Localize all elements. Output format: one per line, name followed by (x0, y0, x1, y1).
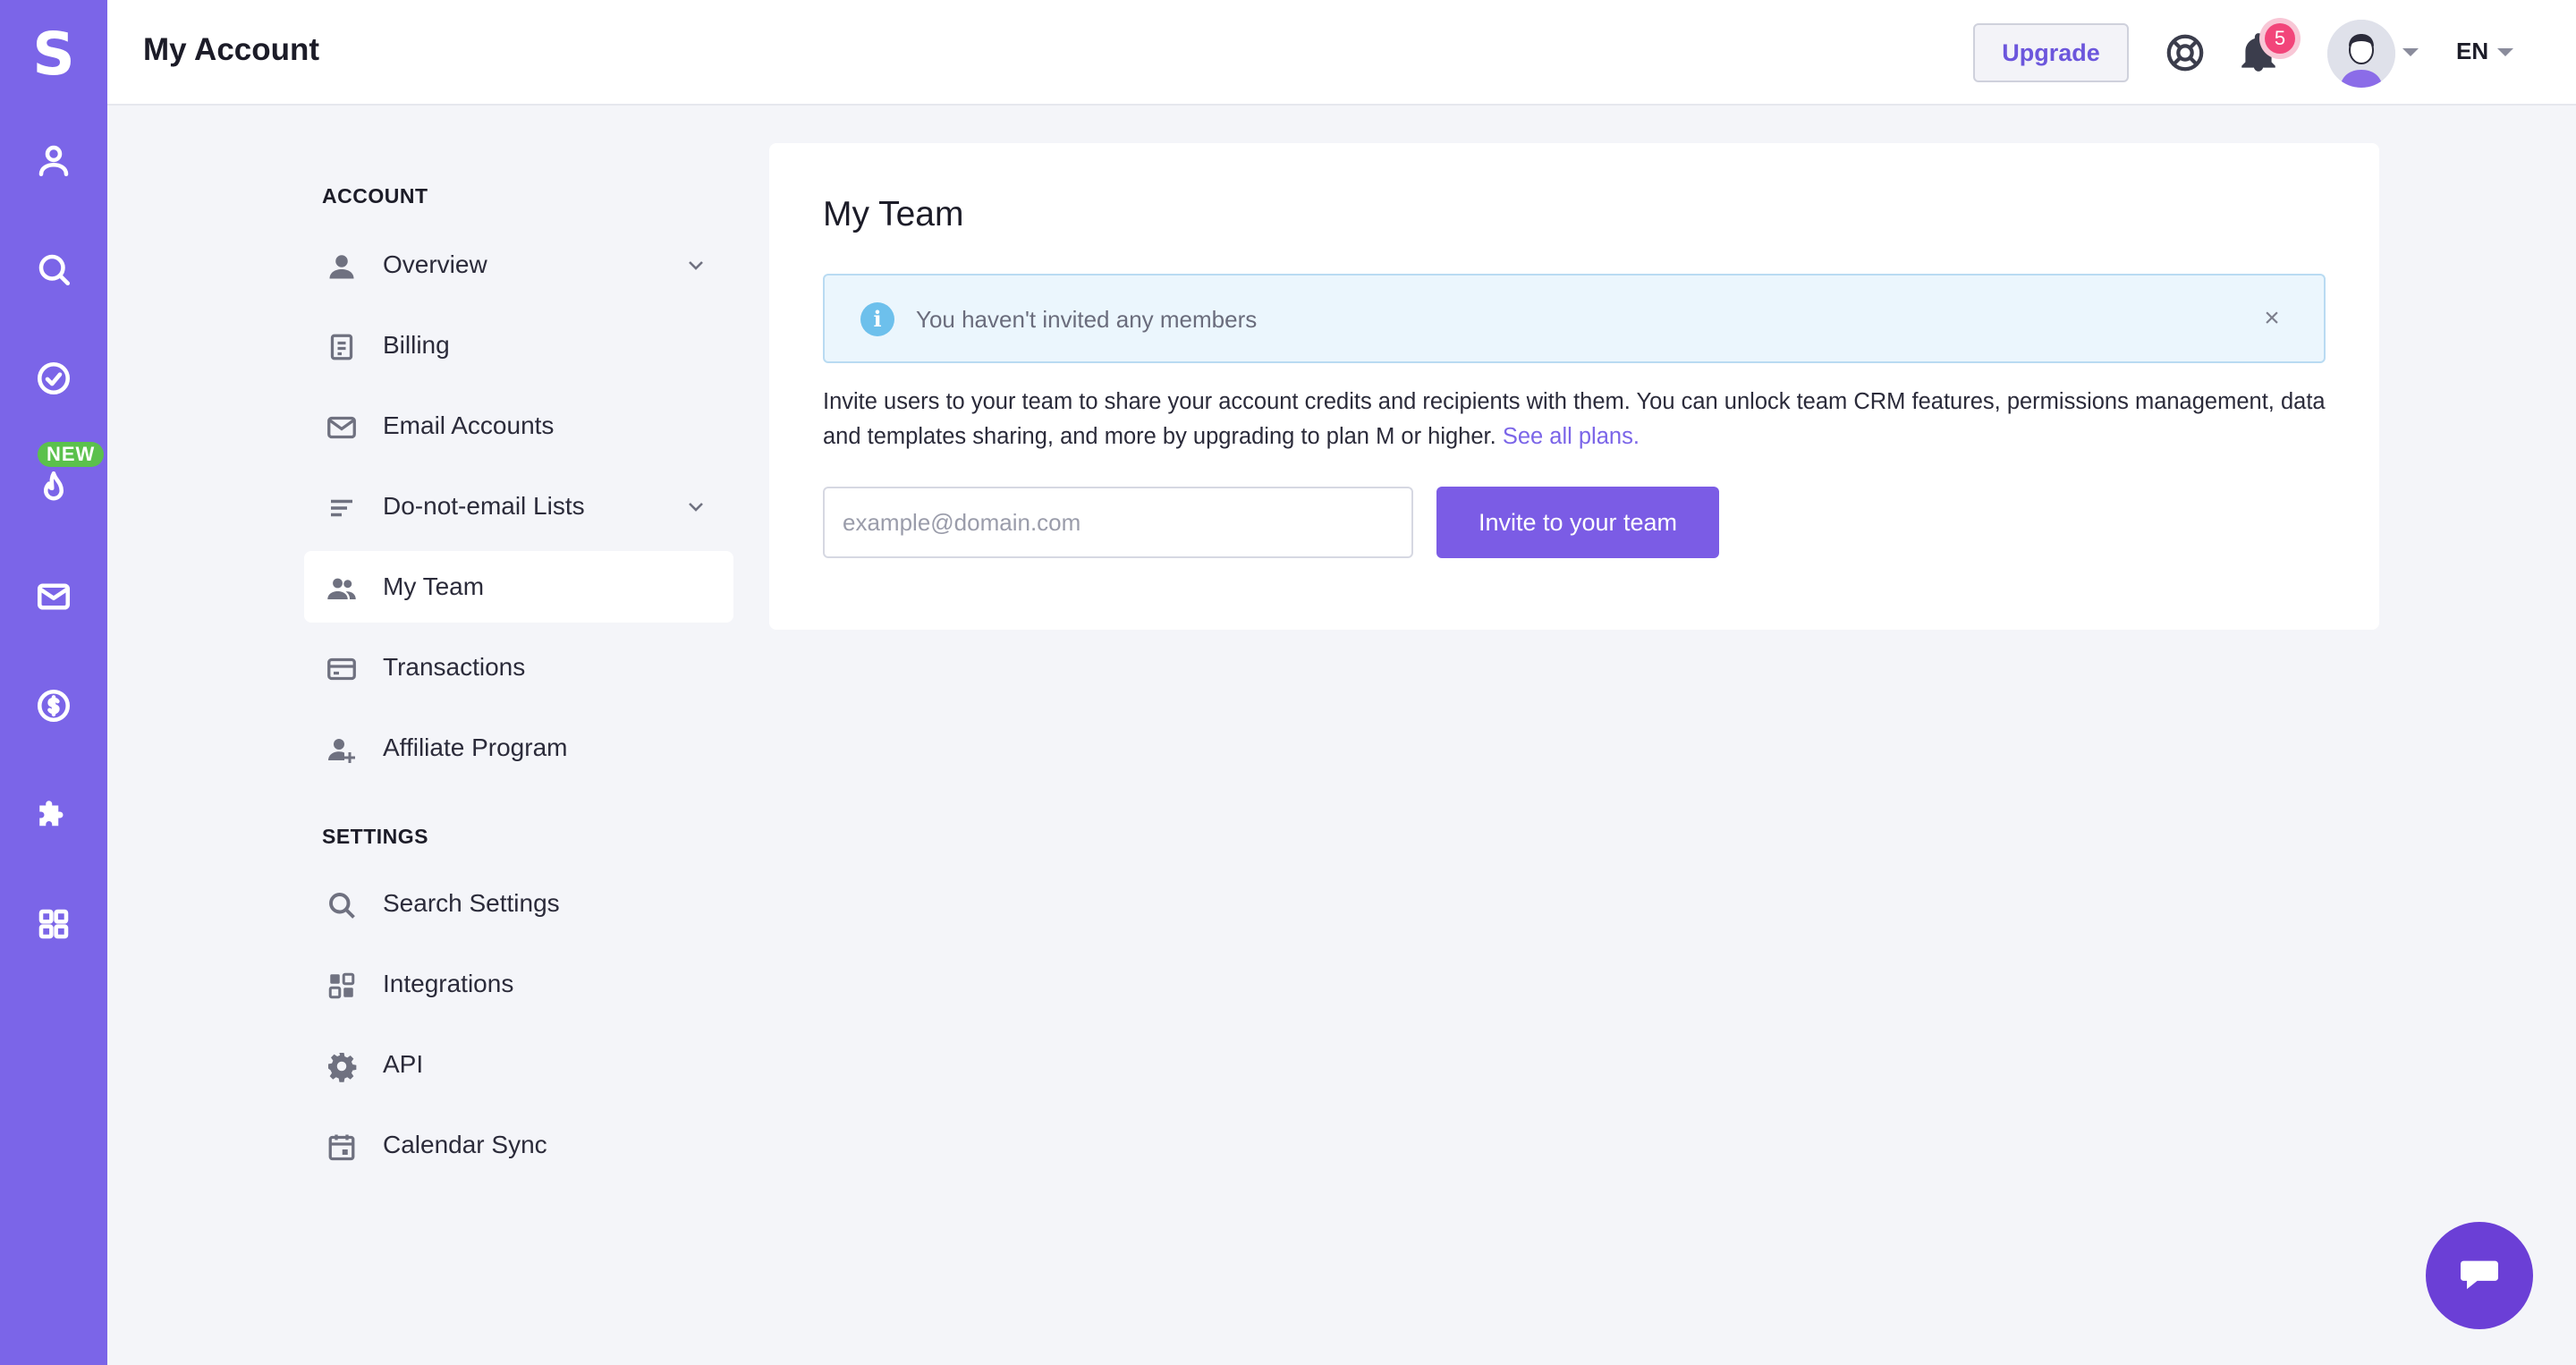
app-root: S NEW My Account Upgrade 5 EN ACCOUNT Ov… (0, 0, 2576, 1365)
integrations-icon (326, 970, 358, 1002)
gear-icon (326, 1050, 358, 1082)
alert-message: You haven't invited any members (916, 306, 1258, 333)
nav-heading-account: ACCOUNT (322, 184, 428, 208)
puzzle-icon (39, 801, 64, 827)
new-badge: NEW (38, 442, 105, 467)
search-icon (38, 254, 71, 286)
calendar-icon (326, 1131, 358, 1163)
team-description: Invite users to your team to share your … (823, 385, 2343, 454)
nav-item-calendar-sync[interactable]: Calendar Sync (304, 1109, 733, 1181)
app-logo[interactable]: S (0, 16, 107, 91)
nav-item-billing[interactable]: Billing (304, 309, 733, 381)
notification-badge: 5 (2265, 23, 2295, 54)
rail-item-profile[interactable] (0, 120, 107, 200)
nav-item-label: Email Accounts (383, 411, 555, 439)
nav-item-api[interactable]: API (304, 1029, 733, 1100)
close-icon[interactable]: × (2256, 302, 2288, 335)
see-all-plans-link[interactable]: See all plans. (1503, 424, 1640, 449)
avatar-person-icon (2327, 20, 2395, 88)
rail-item-tasks[interactable] (0, 338, 107, 419)
nav-item-label: Affiliate Program (383, 733, 568, 761)
rail-item-mail[interactable] (0, 556, 107, 637)
info-icon: i (860, 302, 894, 336)
nav-item-label: API (383, 1050, 424, 1078)
rail-item-extensions[interactable] (0, 775, 107, 855)
nav-item-integrations[interactable]: Integrations (304, 948, 733, 1020)
nav-item-label: Billing (383, 331, 450, 359)
nav-item-email-accounts[interactable]: Email Accounts (304, 390, 733, 462)
help-lifebuoy-icon[interactable] (2165, 32, 2206, 73)
section-title: My Team (823, 195, 964, 233)
nav-item-overview[interactable]: Overview (304, 229, 733, 301)
nav-item-label: Transactions (383, 653, 526, 681)
card-icon (326, 653, 358, 685)
language-selector[interactable]: EN (2456, 38, 2488, 65)
nav-item-my-team[interactable]: My Team (304, 551, 733, 623)
rail-item-billing[interactable] (0, 666, 107, 746)
info-alert: i You haven't invited any members × (823, 274, 2326, 363)
nav-item-label: Calendar Sync (383, 1131, 547, 1158)
language-caret-icon[interactable] (2497, 48, 2513, 56)
document-icon (326, 331, 358, 363)
nav-item-label: Integrations (383, 970, 514, 997)
nav-item-affiliate-program[interactable]: Affiliate Program (304, 712, 733, 784)
person-icon (326, 250, 358, 283)
nav-item-label: Do-not-email Lists (383, 492, 585, 520)
nav-item-label: Overview (383, 250, 487, 278)
avatar[interactable] (2327, 20, 2395, 88)
apps-grid-icon (38, 909, 69, 939)
chat-bubble-icon (2461, 1260, 2498, 1290)
chevron-down-icon[interactable] (685, 496, 707, 517)
nav-item-label: My Team (383, 572, 485, 600)
my-team-card: My Team i You haven't invited any member… (769, 143, 2379, 630)
check-circle-icon (37, 361, 71, 395)
nav-item-do-not-email-lists[interactable]: Do-not-email Lists (304, 471, 733, 542)
dollar-icon (37, 689, 71, 723)
nav-item-search-settings[interactable]: Search Settings (304, 868, 733, 939)
page-title: My Account (143, 32, 320, 67)
magnifier-icon (326, 889, 358, 921)
nav-item-transactions[interactable]: Transactions (304, 632, 733, 703)
team-icon (326, 572, 358, 605)
person-add-icon (326, 733, 358, 766)
top-bar: My Account Upgrade 5 EN (107, 0, 2576, 106)
upgrade-button[interactable]: Upgrade (1973, 23, 2129, 82)
rail-item-search[interactable] (0, 229, 107, 309)
chat-widget-button[interactable] (2426, 1222, 2533, 1329)
invite-email-input[interactable] (823, 487, 1413, 558)
left-rail: S NEW (0, 0, 107, 1365)
nav-item-label: Search Settings (383, 889, 560, 917)
mail-icon (37, 583, 71, 610)
rail-item-apps[interactable] (0, 884, 107, 964)
user-icon (38, 145, 69, 177)
flame-icon (43, 471, 64, 501)
envelope-icon (326, 411, 358, 444)
nav-heading-settings: SETTINGS (322, 825, 429, 848)
chevron-down-icon[interactable] (685, 254, 707, 276)
invite-button[interactable]: Invite to your team (1436, 487, 1719, 558)
avatar-caret-icon[interactable] (2402, 48, 2419, 56)
list-icon (326, 492, 358, 524)
